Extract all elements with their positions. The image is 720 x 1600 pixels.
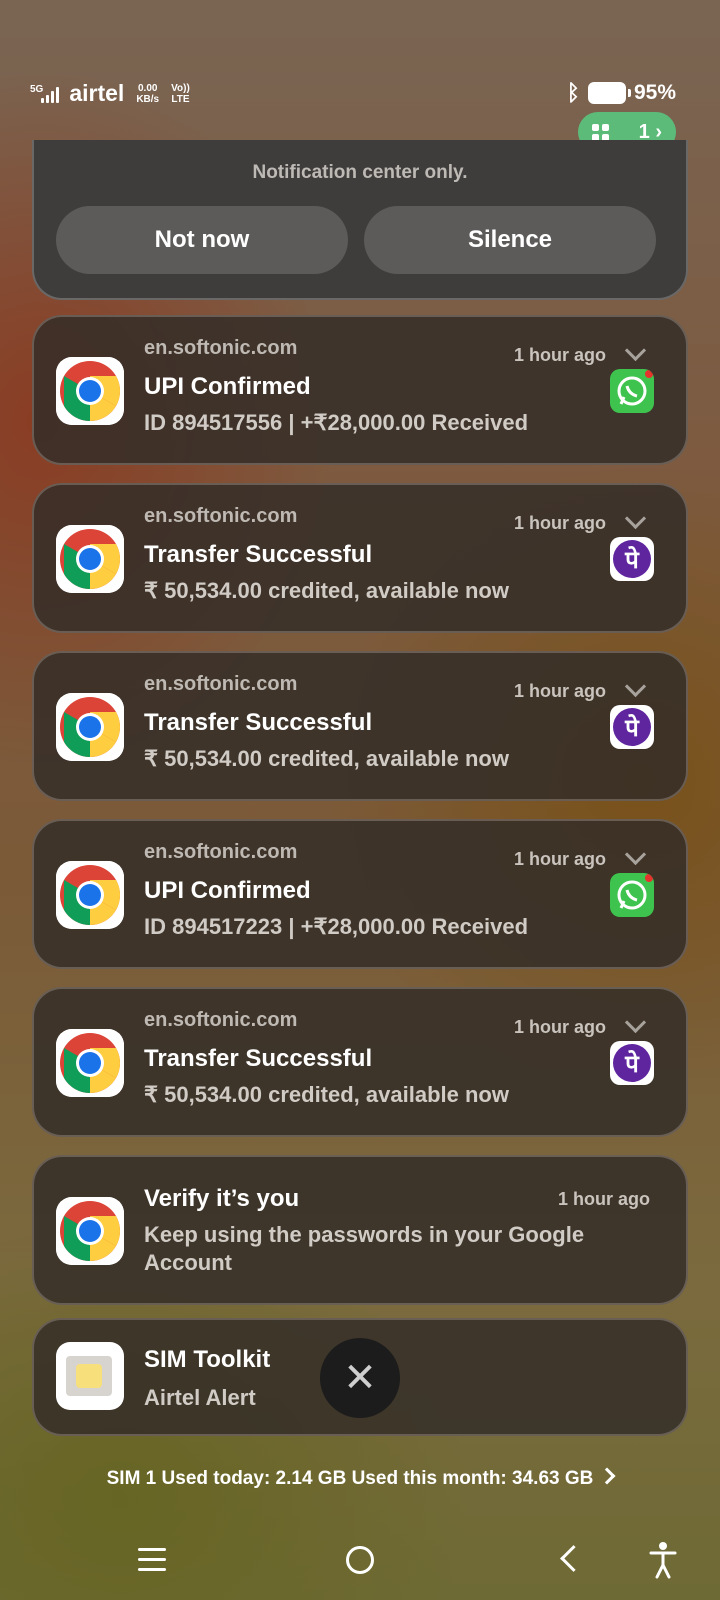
data-usage-link[interactable]: SIM 1 Used today: 2.14 GB Used this mont…: [0, 1467, 720, 1490]
badge-dot: [645, 370, 653, 378]
chrome-icon: [56, 525, 124, 593]
notification-body: ₹ 50,534.00 credited, available now: [144, 578, 509, 603]
chrome-icon: [56, 1197, 124, 1265]
phonepe-icon: पे: [610, 1041, 654, 1085]
notification-time: 1 hour ago: [513, 513, 606, 533]
recents-menu-icon[interactable]: [138, 1548, 166, 1578]
whatsapp-icon: [610, 873, 654, 917]
volte-bottom: LTE: [171, 93, 190, 105]
notification-body: ID 894517556 | +₹28,000.00 Received: [144, 410, 529, 435]
expand-chevron-icon[interactable]: [624, 339, 647, 362]
notification-card[interactable]: en.softonic.com Transfer Successful ₹ 50…: [32, 651, 688, 801]
notification-body: Airtel Alert: [144, 1385, 256, 1410]
notification-time: 1 hour ago: [513, 849, 606, 869]
notification-title: Verify it’s you: [144, 1185, 300, 1212]
status-bar: 5G airtel 0.00 KB/s Vo)) LTE ᛒ 95%: [0, 72, 720, 116]
phonepe-glyph: पे: [613, 708, 651, 746]
notification-time: 1 hour ago: [557, 1189, 650, 1209]
close-icon: ✕: [343, 1356, 377, 1400]
network-indicator: 5G: [30, 84, 60, 103]
notification-time: 1 hour ago: [513, 681, 606, 701]
expand-chevron-icon[interactable]: [624, 675, 647, 698]
notification-title: UPI Confirmed: [144, 373, 311, 400]
notification-title: UPI Confirmed: [144, 877, 311, 904]
back-icon[interactable]: [560, 1545, 587, 1572]
volte-icon: Vo)) LTE: [171, 83, 190, 105]
phonepe-icon: पे: [610, 705, 654, 749]
battery-icon: [587, 82, 631, 104]
apps-grid-icon: [592, 123, 609, 141]
notification-title: Transfer Successful: [144, 709, 373, 736]
speed-unit: KB/s: [136, 93, 160, 105]
notification-card[interactable]: en.softonic.com Transfer Successful ₹ 50…: [32, 987, 688, 1137]
signal-bars-icon: [41, 85, 60, 103]
notification-source: en.softonic.com: [144, 337, 298, 359]
notification-source: en.softonic.com: [144, 1009, 298, 1031]
notification-title: Transfer Successful: [144, 541, 373, 568]
phonepe-glyph: पे: [613, 540, 651, 578]
chevron-right-icon: [598, 1467, 616, 1485]
notification-title: Transfer Successful: [144, 1045, 373, 1072]
chrome-icon: [56, 861, 124, 929]
notification-body: ID 894517223 | +₹28,000.00 Received: [144, 914, 529, 939]
notification-time: 1 hour ago: [513, 345, 606, 365]
home-icon[interactable]: [346, 1546, 374, 1574]
notification-card[interactable]: en.softonic.com UPI Confirmed ID 8945175…: [32, 315, 688, 465]
notification-time: 1 hour ago: [513, 1017, 606, 1037]
sim-card-icon: [56, 1342, 124, 1410]
network-speed: 0.00 KB/s: [136, 83, 159, 105]
navigation-bar: [0, 1530, 720, 1590]
expand-chevron-icon[interactable]: [624, 507, 647, 530]
chrome-icon: [56, 357, 124, 425]
clear-all-button[interactable]: ✕: [320, 1338, 400, 1418]
status-left: 5G airtel 0.00 KB/s Vo)) LTE: [30, 80, 190, 107]
verify-notification-card[interactable]: Verify it’s you 1 hour ago Keep using th…: [32, 1155, 688, 1305]
volte-top: Vo)): [171, 82, 190, 94]
notification-card[interactable]: en.softonic.com UPI Confirmed ID 8945172…: [32, 819, 688, 969]
expand-chevron-icon[interactable]: [624, 1011, 647, 1034]
chrome-icon: [56, 1029, 124, 1097]
notification-settings-card: Notification center only. Not now Silenc…: [32, 140, 688, 300]
expand-chevron-icon[interactable]: [624, 843, 647, 866]
whatsapp-icon: [610, 369, 654, 413]
notification-source: en.softonic.com: [144, 673, 298, 695]
notification-body: ₹ 50,534.00 credited, available now: [144, 1082, 509, 1107]
notification-body: ₹ 50,534.00 credited, available now: [144, 746, 509, 771]
status-right: ᛒ 95%: [567, 80, 676, 106]
chrome-icon: [56, 693, 124, 761]
speed-value: 0.00: [137, 82, 158, 94]
carrier-name: airtel: [69, 80, 125, 106]
data-usage-text: SIM 1 Used today: 2.14 GB Used this mont…: [106, 1468, 594, 1489]
silence-button[interactable]: Silence: [364, 206, 656, 274]
not-now-button[interactable]: Not now: [56, 206, 348, 274]
notification-source: en.softonic.com: [144, 505, 298, 527]
accessibility-icon[interactable]: [648, 1540, 678, 1580]
phonepe-icon: पे: [610, 537, 654, 581]
notification-body-line2: Account: [144, 1250, 232, 1275]
phonepe-glyph: पे: [613, 1044, 651, 1082]
badge-dot: [645, 874, 653, 882]
notification-card[interactable]: en.softonic.com Transfer Successful ₹ 50…: [32, 483, 688, 633]
notification-title: SIM Toolkit: [144, 1346, 271, 1373]
bluetooth-icon: ᛒ: [566, 80, 580, 105]
notification-source: en.softonic.com: [144, 841, 298, 863]
card-hint: Notification center only.: [252, 162, 468, 183]
notification-body-line1: Keep using the passwords in your Google: [144, 1222, 585, 1247]
battery-percent: 95%: [633, 81, 676, 104]
